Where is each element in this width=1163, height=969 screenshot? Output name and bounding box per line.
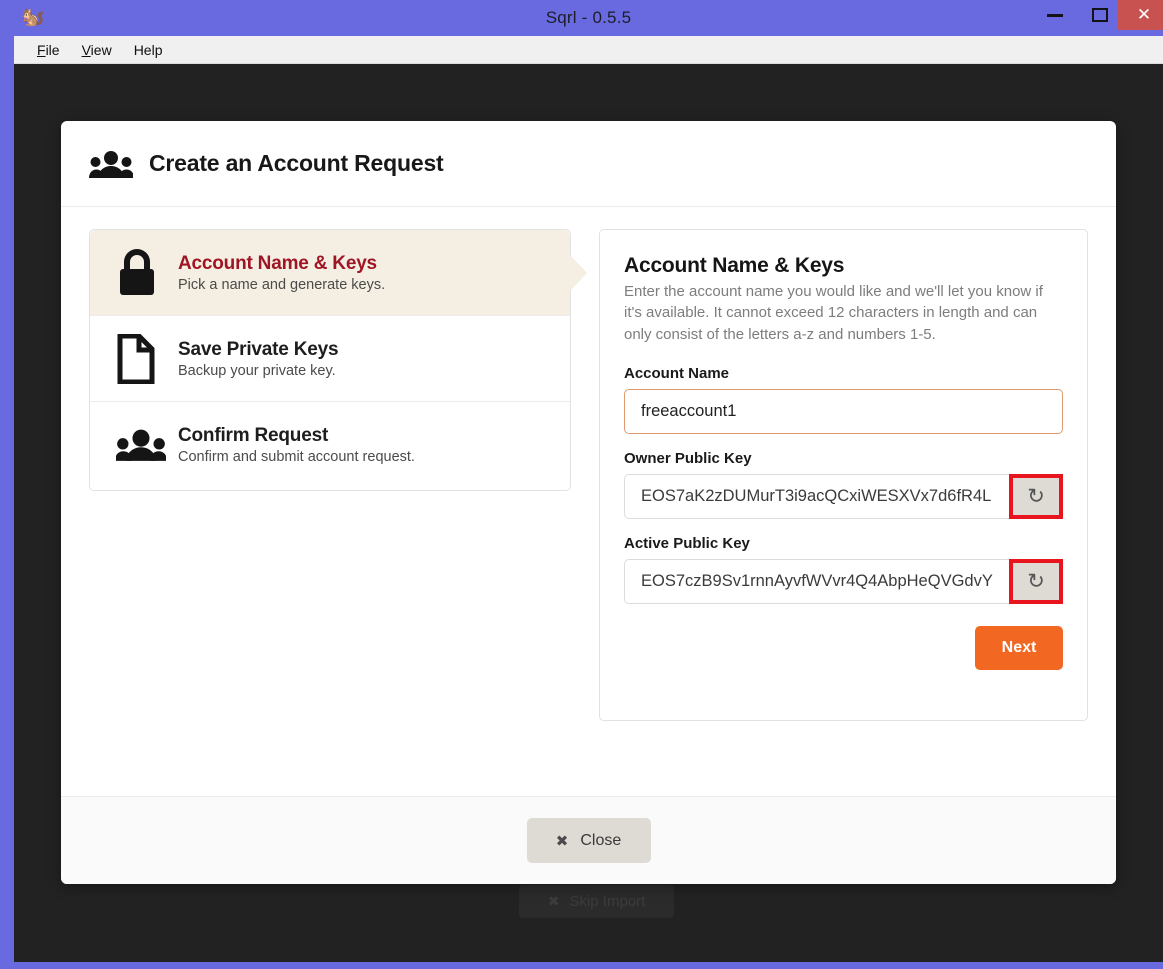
application-window: 🐿️ Sqrl - 0.5.5 ✕ File View Help ✖ Skip … bbox=[0, 0, 1163, 969]
menu-item-help[interactable]: Help bbox=[123, 40, 174, 60]
next-button-row: Next bbox=[624, 625, 1063, 670]
owner-public-key-label: Owner Public Key bbox=[624, 449, 752, 467]
app-content-area: ✖ Skip Import Create an Account Request bbox=[14, 64, 1163, 962]
lock-icon bbox=[116, 248, 178, 298]
step-label: Account Name & Keys bbox=[178, 252, 377, 274]
step-description: Backup your private key. bbox=[178, 362, 336, 379]
step-label: Confirm Request bbox=[178, 425, 329, 446]
step-account-name-and-keys[interactable]: Account Name & Keys Pick a name and gene… bbox=[90, 230, 570, 316]
step-description: Confirm and submit account request. bbox=[178, 449, 415, 465]
dialog-header: Create an Account Request bbox=[61, 121, 1116, 207]
minimize-button[interactable] bbox=[1033, 0, 1077, 30]
close-icon: ✕ bbox=[1136, 4, 1152, 25]
step-confirm-request[interactable]: Confirm Request Confirm and submit accou… bbox=[90, 402, 570, 488]
maximize-button[interactable] bbox=[1078, 0, 1122, 30]
step-label: Save Private Keys bbox=[178, 338, 339, 360]
window-close-button[interactable]: ✕ bbox=[1118, 0, 1163, 30]
skip-import-label: Skip Import bbox=[569, 893, 646, 910]
active-public-key-field-block: Active Public Key ↻ bbox=[624, 535, 1063, 604]
active-public-key-input[interactable] bbox=[624, 558, 1010, 604]
close-dialog-button[interactable]: ✖ Close bbox=[526, 818, 651, 863]
users-group-icon bbox=[116, 429, 178, 461]
close-x-icon: ✖ bbox=[547, 893, 560, 910]
account-name-input[interactable] bbox=[624, 388, 1063, 434]
next-button[interactable]: Next bbox=[975, 625, 1063, 670]
document-icon bbox=[116, 333, 178, 384]
close-button-label: Close bbox=[580, 831, 622, 849]
account-name-field-block: Account Name bbox=[624, 365, 1063, 434]
owner-key-regenerate-button[interactable]: ↻ bbox=[1009, 473, 1063, 519]
menu-bar: File View Help bbox=[14, 36, 1163, 64]
maximize-icon bbox=[1092, 8, 1108, 22]
active-key-regenerate-button[interactable]: ↻ bbox=[1009, 558, 1063, 604]
wizard-steps-list: Account Name & Keys Pick a name and gene… bbox=[89, 229, 571, 491]
owner-public-key-input[interactable] bbox=[624, 473, 1010, 519]
panel-title: Account Name & Keys bbox=[624, 254, 845, 277]
owner-public-key-field-block: Owner Public Key ↻ bbox=[624, 450, 1063, 519]
account-name-label: Account Name bbox=[624, 364, 730, 382]
window-title: Sqrl - 0.5.5 bbox=[545, 8, 632, 27]
refresh-icon: ↻ bbox=[1027, 568, 1045, 593]
dialog-footer: ✖ Close bbox=[61, 796, 1116, 884]
dialog-body: Account Name & Keys Pick a name and gene… bbox=[61, 207, 1116, 796]
menu-item-view[interactable]: View bbox=[71, 40, 123, 60]
active-public-key-label: Active Public Key bbox=[624, 534, 750, 552]
step-save-private-keys[interactable]: Save Private Keys Backup your private ke… bbox=[90, 316, 570, 402]
close-x-icon: ✖ bbox=[555, 831, 569, 850]
minimize-icon bbox=[1047, 13, 1063, 17]
step-description: Pick a name and generate keys. bbox=[178, 276, 386, 293]
skip-import-button[interactable]: ✖ Skip Import bbox=[519, 885, 674, 918]
account-form-panel: Account Name & Keys Enter the account na… bbox=[599, 229, 1088, 721]
refresh-icon: ↻ bbox=[1027, 483, 1045, 508]
title-bar: 🐿️ Sqrl - 0.5.5 ✕ bbox=[7, 0, 1163, 36]
users-group-icon bbox=[89, 150, 133, 178]
menu-item-file[interactable]: File bbox=[26, 40, 71, 60]
dialog-title: Create an Account Request bbox=[149, 150, 444, 176]
create-account-request-dialog: Create an Account Request Account Name &… bbox=[61, 121, 1116, 884]
panel-description: Enter the account name you would like an… bbox=[624, 283, 1043, 343]
